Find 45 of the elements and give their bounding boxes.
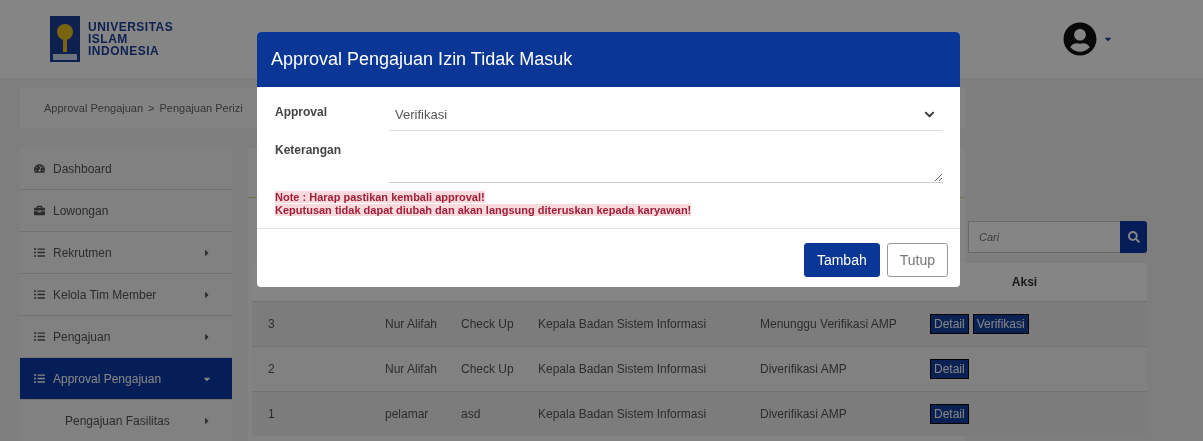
sidebar-item[interactable]: Approval Pengajuan: [20, 358, 232, 400]
briefcase-icon: [34, 205, 45, 216]
close-button[interactable]: Tutup: [886, 243, 948, 277]
column-header: Aksi: [1010, 275, 1039, 289]
university-name: UNIVERSITAS ISLAM INDONESIA: [88, 21, 174, 57]
action-button[interactable]: Detail: [930, 359, 969, 379]
search-icon: [1127, 231, 1140, 243]
table-cell-text: 2: [268, 362, 276, 376]
table-cell-text: Check Up: [461, 317, 515, 331]
table-cell-text: Kepala Badan Sistem Informasi: [538, 362, 708, 376]
breadcrumb-separator: >: [148, 102, 155, 114]
list-icon: [34, 373, 45, 384]
table-cell-text: Diverifikasi AMP: [760, 407, 848, 421]
table-cell-text: 1: [268, 407, 276, 421]
list-icon: [34, 331, 45, 342]
list-icon: [34, 289, 45, 300]
breadcrumb-link[interactable]: Pengajuan Perizi: [159, 102, 243, 114]
select-field[interactable]: Verifikasi: [389, 99, 943, 131]
table-cell-text: 3: [268, 317, 276, 331]
submit-button[interactable]: Tambah: [803, 243, 880, 277]
university-logo: [50, 16, 80, 62]
table-cell-text: Kepala Badan Sistem Informasi: [538, 407, 708, 421]
avatar-icon[interactable]: [1063, 22, 1097, 56]
modal-title: Approval Pengajuan Izin Tidak Masuk: [257, 32, 960, 87]
search-button[interactable]: [1120, 221, 1147, 253]
table-cell-text: Diverifikasi AMP: [760, 362, 848, 376]
action-button[interactable]: Detail: [930, 404, 969, 424]
list-icon: [34, 247, 45, 258]
chevron-icon: [924, 109, 935, 120]
search-field[interactable]: Cari: [968, 221, 1120, 253]
table-cell-text: Check Up: [461, 362, 515, 376]
table-cell-text: Menunggu Verifikasi AMP: [760, 317, 898, 331]
table-cell-text: Nur Alifah: [385, 317, 439, 331]
breadcrumb-link[interactable]: Approval Pengajuan: [44, 102, 144, 114]
field-label: Approval: [275, 104, 328, 119]
warning-note: Note : Harap pastikan kembali approval!: [275, 191, 485, 203]
table-cell-text: Nur Alifah: [385, 362, 439, 376]
action-button[interactable]: Verifikasi: [972, 314, 1029, 334]
table-cell-text: pelamar: [385, 407, 430, 421]
warning-note: Keputusan tidak dapat diubah dan akan langsung diteruskan kepada karyawan!: [275, 204, 692, 216]
dashboard-icon: [34, 163, 45, 174]
table-cell-text: asd: [461, 407, 482, 421]
table-cell-text: Kepala Badan Sistem Informasi: [538, 317, 708, 331]
field-label: Keterangan: [275, 142, 343, 157]
action-button[interactable]: Detail: [930, 314, 969, 334]
